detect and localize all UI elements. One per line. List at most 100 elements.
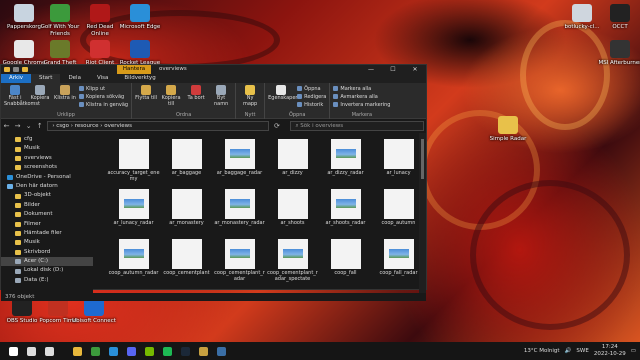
file-item[interactable]: coop_autumn_radar: [107, 239, 160, 283]
folder-icon: [15, 155, 21, 161]
nav-item-screenshots[interactable]: screenshots: [1, 163, 93, 172]
minimize-button[interactable]: —: [360, 65, 382, 74]
nav-item-data-e[interactable]: Data (E:): [1, 276, 93, 285]
tab-picture-tools[interactable]: Bildverktyg: [116, 74, 163, 83]
app-icon: [90, 40, 110, 58]
language-indicator[interactable]: SWE: [576, 348, 588, 354]
weather-widget[interactable]: 13°C Molnigt: [524, 348, 560, 354]
scrollbar-thumb[interactable]: [421, 139, 424, 179]
desktop-icon-occt[interactable]: OCCT: [598, 4, 640, 31]
nav-item-onedrive-personal[interactable]: OneDrive - Personal: [1, 173, 93, 182]
file-item[interactable]: ar_shoots: [266, 189, 319, 233]
file-item[interactable]: coop_cementplant_radar_spectate: [266, 239, 319, 283]
chevron-down-icon[interactable]: ⌄: [25, 122, 32, 130]
app-icon[interactable]: [212, 342, 230, 360]
group-label-clipboard: Urklipp: [57, 112, 75, 118]
manage-tab[interactable]: Hantera: [117, 65, 151, 74]
file-item[interactable]: ar_monastery: [160, 189, 213, 233]
edge-icon[interactable]: [104, 342, 122, 360]
desktop-icon-rocket-league[interactable]: Rocket League: [118, 40, 162, 67]
chrome-icon[interactable]: [86, 342, 104, 360]
up-arrow-icon[interactable]: ↑: [36, 122, 43, 130]
tab-view[interactable]: Visa: [89, 74, 116, 83]
explorer-icon[interactable]: [68, 342, 86, 360]
nav-item-den-h-r-datorn[interactable]: Den här datorn: [1, 182, 93, 191]
csgo-icon[interactable]: [194, 342, 212, 360]
invert-selection-button[interactable]: Invertera markering: [333, 102, 390, 109]
desktop-icon-golf-with-your-friends[interactable]: Golf With Your Friends: [38, 4, 82, 37]
breadcrumb-csgo[interactable]: csgo: [56, 123, 69, 129]
nav-item-lokal-disk-d[interactable]: Lokal disk (D:): [1, 266, 93, 275]
refresh-icon[interactable]: ⟳: [273, 122, 280, 130]
breadcrumb-overviews[interactable]: overviews: [104, 123, 132, 129]
forward-arrow-icon[interactable]: →: [14, 122, 21, 130]
back-arrow-icon[interactable]: ←: [3, 122, 10, 130]
steam-icon[interactable]: [176, 342, 194, 360]
group-label-organize: Ordna: [175, 112, 192, 118]
nav-item-overviews[interactable]: overviews: [1, 154, 93, 163]
nav-item-cfg[interactable]: cfg: [1, 135, 93, 144]
task-view-icon[interactable]: [40, 342, 58, 360]
file-item[interactable]: ar_monastery_radar: [213, 189, 266, 233]
start-icon[interactable]: [4, 342, 22, 360]
properties-icon[interactable]: [13, 67, 19, 72]
desktop-icon-ubisoft-connect[interactable]: Ubisoft Connect: [72, 298, 116, 325]
open-button[interactable]: Öppna: [297, 86, 326, 93]
discord-icon[interactable]: [122, 342, 140, 360]
file-item[interactable]: ar_dizzy: [266, 139, 319, 183]
breadcrumb-resource[interactable]: resource: [75, 123, 99, 129]
select-all-button[interactable]: Markera alla: [333, 86, 390, 93]
file-item[interactable]: accuracy_target_enemy: [107, 139, 160, 183]
desktop-icon-red-dead-online[interactable]: Red Dead Online: [78, 4, 122, 37]
nav-item-h-mtade-filer[interactable]: Hämtade filer: [1, 229, 93, 238]
spotify-icon[interactable]: [158, 342, 176, 360]
file-name: ar_baggage: [171, 170, 202, 176]
new-folder-icon[interactable]: [22, 67, 28, 72]
file-item[interactable]: ar_lunacy_radar: [107, 189, 160, 233]
search-input[interactable]: ⌕ Sök i overviews: [290, 121, 424, 131]
clock[interactable]: 17:24 2022-10-29: [594, 344, 626, 358]
volume-icon[interactable]: 🔊: [565, 348, 572, 354]
paste-shortcut-button[interactable]: Klistra in genväg: [79, 102, 128, 109]
address-bar[interactable]: › csgo › resource › overviews: [47, 121, 270, 131]
maximize-button[interactable]: ☐: [382, 65, 404, 74]
close-button[interactable]: ✕: [404, 65, 426, 74]
file-item[interactable]: coop_fall: [319, 239, 372, 283]
tab-file[interactable]: Arkiv: [1, 74, 31, 83]
file-item[interactable]: ar_baggage_radar: [213, 139, 266, 183]
file-item[interactable]: ar_dizzy_radar: [319, 139, 372, 183]
desktop-icon-microsoft-edge[interactable]: Microsoft Edge: [118, 4, 162, 31]
nvidia-icon[interactable]: [140, 342, 158, 360]
nav-item-acer-c[interactable]: Acer (C:): [1, 257, 93, 267]
file-item[interactable]: coop_cementplant_radar: [213, 239, 266, 283]
nav-item-skrivbord[interactable]: Skrivbord: [1, 248, 93, 257]
nav-item-musik[interactable]: Musik: [1, 238, 93, 247]
nav-item-filmer[interactable]: Filmer: [1, 220, 93, 229]
desktop-icon-msi-afterburner[interactable]: MSI Afterburner: [598, 40, 640, 67]
file-name: coop_cementplant_radar: [214, 270, 265, 282]
nav-item-bilder[interactable]: Bilder: [1, 201, 93, 210]
title-bar[interactable]: Hantera overviews — ☐ ✕: [1, 65, 426, 74]
edit-button[interactable]: Redigera: [297, 94, 326, 101]
file-item[interactable]: coop_fall_radar: [372, 239, 425, 283]
tab-share[interactable]: Dela: [60, 74, 89, 83]
file-item[interactable]: coop_autumn: [372, 189, 425, 233]
vertical-scrollbar[interactable]: [419, 133, 426, 293]
desktop-icon-simple-radar[interactable]: Simple Radar: [486, 116, 530, 143]
file-item[interactable]: ar_lunacy: [372, 139, 425, 183]
select-none-button[interactable]: Avmarkera alla: [333, 94, 390, 101]
file-item[interactable]: ar_baggage: [160, 139, 213, 183]
nav-item-musik[interactable]: Musik: [1, 144, 93, 153]
cut-button[interactable]: Klipp ut: [79, 86, 128, 93]
search-icon[interactable]: [22, 342, 40, 360]
nav-item-3d-objekt[interactable]: 3D-objekt: [1, 191, 93, 200]
file-item[interactable]: ar_shoots_radar: [319, 189, 372, 233]
history-button[interactable]: Historik: [297, 102, 326, 109]
notifications-icon[interactable]: ▭: [631, 348, 636, 354]
tab-home[interactable]: Start: [31, 74, 61, 83]
nav-item-dokument[interactable]: Dokument: [1, 210, 93, 219]
pin-icon: [10, 85, 20, 95]
desktop-icon-riot-client[interactable]: Riot Client: [78, 40, 122, 67]
copy-path-button[interactable]: Kopiera sökväg: [79, 94, 128, 101]
file-item[interactable]: coop_cementplant: [160, 239, 213, 283]
